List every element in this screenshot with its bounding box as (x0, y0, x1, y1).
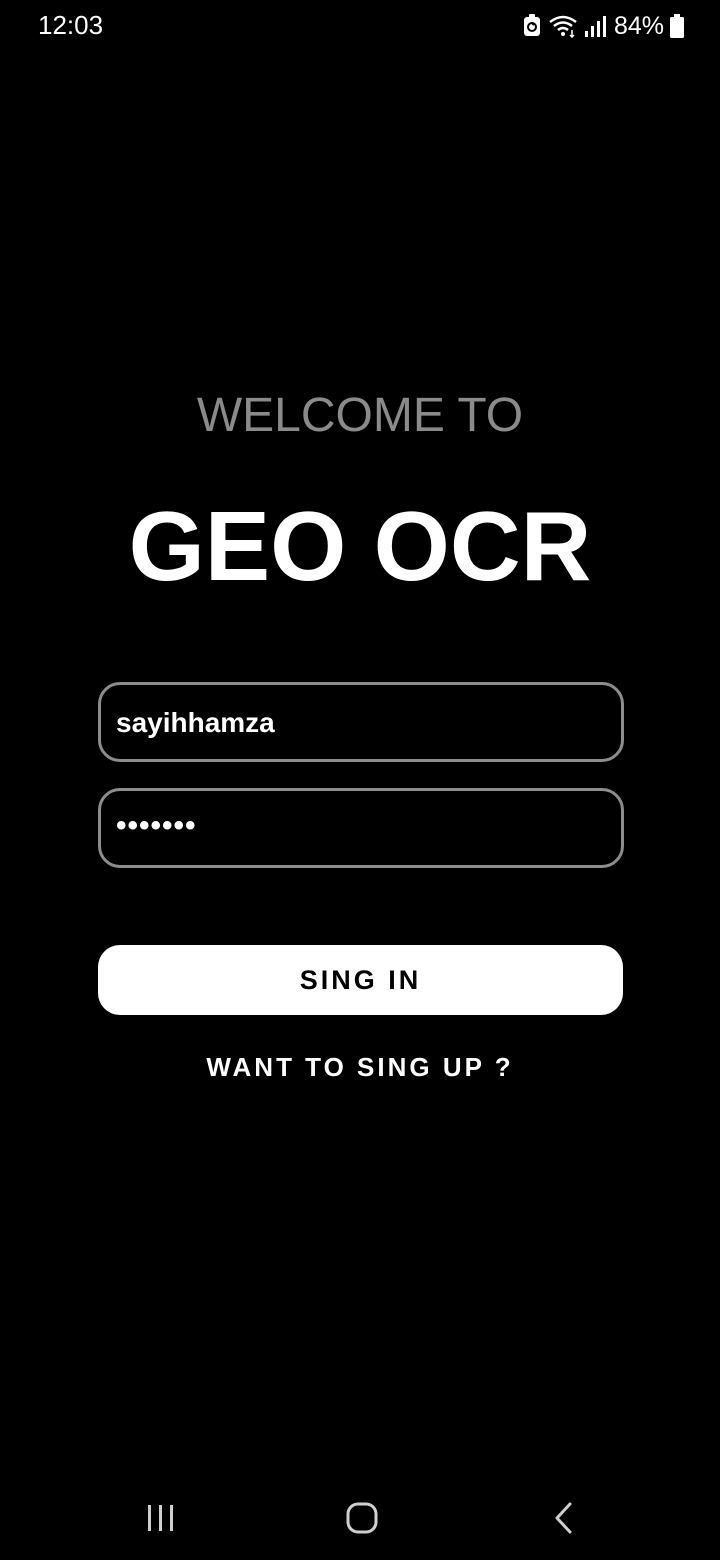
status-bar: 12:03 84% (0, 0, 720, 52)
back-icon (549, 1501, 579, 1540)
data-saver-icon (522, 14, 542, 38)
app-title: GEO OCR (128, 491, 592, 601)
battery-icon (670, 14, 684, 38)
sign-in-button[interactable]: SING IN (98, 945, 623, 1015)
welcome-subtitle: WELCOME TO (196, 389, 524, 442)
wifi-icon (548, 14, 578, 38)
home-icon (345, 1501, 379, 1540)
username-field[interactable]: sayihhamza (98, 682, 624, 762)
battery-percent: 84% (613, 11, 664, 40)
home-button[interactable] (332, 1498, 392, 1542)
status-icons: 84% (522, 10, 684, 42)
username-value: sayihhamza (116, 707, 275, 738)
back-button[interactable] (534, 1498, 594, 1542)
password-field[interactable]: ••••••• (98, 788, 624, 868)
status-time: 12:03 (38, 10, 104, 40)
recent-apps-icon (145, 1502, 177, 1539)
password-value: ••••••• (116, 809, 197, 842)
signal-icon (584, 14, 606, 38)
sign-in-label: SING IN (299, 964, 422, 995)
sign-up-link[interactable]: WANT TO SING UP ? (0, 1052, 720, 1083)
navigation-bar (0, 1480, 720, 1560)
recent-apps-button[interactable] (131, 1498, 191, 1542)
